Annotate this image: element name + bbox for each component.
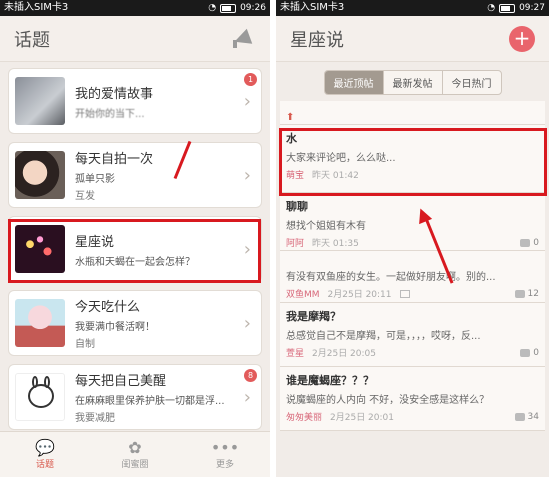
topic-item[interactable]: 我的爱情故事 开始你的当下... › 1 xyxy=(8,68,262,134)
topic-title: 每天自拍一次 xyxy=(75,152,154,167)
topic-item[interactable]: 每天自拍一次 孤单只影 互发 › xyxy=(8,142,262,208)
topic-thumbnail xyxy=(15,373,65,421)
post-author[interactable]: 双鱼MM xyxy=(286,287,320,300)
nav-more[interactable]: ••• 更多 xyxy=(195,438,255,471)
page-title: 星座说 xyxy=(290,29,344,51)
tab-newest[interactable]: 最新发帖 xyxy=(384,71,443,94)
comment-icon xyxy=(514,412,525,421)
megaphone-icon[interactable] xyxy=(230,28,256,50)
left-phone-screen: 未插入SIM卡3 ◔ 09:26 话题 我的爱情故事 开始你的当下... › 1… xyxy=(0,0,270,477)
add-post-button[interactable]: + xyxy=(509,25,535,52)
post-body: 大家来评论吧，么么哒... xyxy=(286,153,396,164)
topic-desc: 我要满巾餐活啊！ xyxy=(75,322,155,333)
pin-arrow-icon: ⬆ xyxy=(286,112,295,123)
right-phone-screen: 未插入SIM卡3 ◔ 09:27 星座说 + 最近顶帖 最新发帖 今日热门 ⬆ … xyxy=(276,0,549,477)
bottom-nav: 💬 话题 ✿ 闺蜜圈 ••• 更多 xyxy=(0,431,270,477)
nav-label: 闺蜜圈 xyxy=(121,460,149,470)
post-body: 总感觉自己不是摩羯，可是，，，，哎呀，反... xyxy=(286,331,481,342)
nav-friends-circle[interactable]: ✿ 闺蜜圈 xyxy=(105,438,165,471)
post-date: 昨天 01:35 xyxy=(312,239,359,249)
comment-icon xyxy=(520,238,531,247)
wifi-icon: ◔ xyxy=(487,3,496,13)
post-date: 2月25日 20:11 xyxy=(327,290,392,300)
clock-text: 09:26 xyxy=(240,3,266,13)
post-list: ⬆ 水 大家来评论吧，么么哒... 萌宝 昨天 01:42 聊聊 想找个姐姐有木… xyxy=(276,101,549,431)
nav-topics[interactable]: 💬 话题 xyxy=(15,438,75,471)
battery-icon xyxy=(499,3,516,13)
carrier-text: 未插入SIM卡3 xyxy=(4,2,69,13)
status-bar: 未插入SIM卡3 ◔ 09:27 xyxy=(276,0,549,16)
post-date: 2月25日 20:05 xyxy=(312,349,376,359)
topic-item-zodiac[interactable]: 星座说 水瓶和天蝎在一起会怎样？ › xyxy=(8,216,262,282)
post-date: 2月25日 20:01 xyxy=(330,413,394,423)
topic-list: 我的爱情故事 开始你的当下... › 1 每天自拍一次 孤单只影 互发 › 星座… xyxy=(0,62,270,430)
wifi-icon: ◔ xyxy=(208,3,217,13)
tab-hot-today[interactable]: 今日热门 xyxy=(443,71,501,94)
topic-desc: 水瓶和天蝎在一起会怎样？ xyxy=(75,256,195,268)
topic-thumbnail xyxy=(15,151,65,199)
chevron-right-icon: › xyxy=(243,90,251,112)
battery-icon xyxy=(220,3,237,13)
topic-thumbnail xyxy=(15,77,65,125)
topic-desc-secondary: 互发 xyxy=(75,191,95,202)
post-item[interactable]: ⬆ xyxy=(280,101,545,125)
topic-desc: 开始你的当下... xyxy=(75,108,145,120)
comment-count: 34 xyxy=(527,411,539,422)
more-dots-icon: ••• xyxy=(210,438,240,457)
topic-item[interactable]: 每天把自己美醒 在麻麻眼里保养护肤一切都是浮... 我要减肥 › 8 xyxy=(8,364,262,430)
post-item[interactable]: 有没有双鱼座的女生。一起做好朋友啊。别的... 双鱼MM 2月25日 20:11… xyxy=(280,251,545,303)
nav-label: 话题 xyxy=(35,460,54,470)
post-title: 我是摩羯？ xyxy=(286,310,341,323)
topic-desc-secondary: 我要减肥 xyxy=(75,413,115,424)
post-title: 聊聊 xyxy=(286,200,308,213)
carrier-text: 未插入SIM卡3 xyxy=(280,2,345,13)
post-item[interactable]: 水 大家来评论吧，么么哒... 萌宝 昨天 01:42 xyxy=(280,125,545,193)
post-body: 说魔蝎座的人内向 不好，没安全感是这样么？ xyxy=(286,395,490,406)
unread-badge: 8 xyxy=(244,369,257,382)
post-item[interactable]: 我是摩羯？ 总感觉自己不是摩羯，可是，，，，哎呀，反... 萱星 2月25日 2… xyxy=(280,303,545,367)
post-author[interactable]: 萌宝 xyxy=(286,168,304,181)
post-date: 昨天 01:42 xyxy=(312,171,359,181)
chevron-right-icon: › xyxy=(243,164,251,186)
chevron-right-icon: › xyxy=(243,386,251,408)
comment-icon xyxy=(514,289,525,298)
topic-thumbnail xyxy=(15,299,65,347)
tab-recent-top[interactable]: 最近顶帖 xyxy=(324,71,384,94)
status-bar: 未插入SIM卡3 ◔ 09:26 xyxy=(0,0,270,16)
topic-thumbnail xyxy=(15,225,65,273)
tab-bar: 最近顶帖 最新发帖 今日热门 xyxy=(276,62,549,101)
post-body: 有没有双鱼座的女生。一起做好朋友啊。别的... xyxy=(286,272,496,283)
post-title: 谁是魔蝎座？？？ xyxy=(286,374,374,387)
comment-count: 12 xyxy=(527,288,539,299)
topic-title: 今天吃什么 xyxy=(75,300,141,315)
chat-bubbles-icon: 💬 xyxy=(35,438,55,457)
post-item[interactable]: 聊聊 想找个姐姐有木有 阿阿 昨天 01:35 0 xyxy=(280,193,545,251)
topic-title: 每天把自己美醒 xyxy=(75,374,167,389)
post-body: 想找个姐姐有木有 xyxy=(286,221,366,232)
app-header: 星座说 + xyxy=(276,16,549,62)
topic-desc: 在麻麻眼里保养护肤一切都是浮... xyxy=(75,396,225,407)
image-icon xyxy=(399,289,410,298)
topic-item[interactable]: 今天吃什么 我要满巾餐活啊！ 自制 › xyxy=(8,290,262,356)
post-author[interactable]: 萱星 xyxy=(286,346,304,359)
clock-text: 09:27 xyxy=(519,3,545,13)
topic-title: 星座说 xyxy=(75,234,115,250)
topic-title: 我的爱情故事 xyxy=(75,86,154,102)
topic-desc-secondary: 自制 xyxy=(75,339,95,350)
post-author[interactable]: 匆匆美丽 xyxy=(286,410,322,423)
post-title: 水 xyxy=(286,132,297,145)
post-item[interactable]: 谁是魔蝎座？？？ 说魔蝎座的人内向 不好，没安全感是这样么？ 匆匆美丽 2月25… xyxy=(280,367,545,431)
nav-label: 更多 xyxy=(215,460,234,470)
chevron-right-icon: › xyxy=(243,238,251,260)
app-header: 话题 xyxy=(0,16,270,62)
comment-icon xyxy=(520,348,531,357)
post-author[interactable]: 阿阿 xyxy=(286,236,304,249)
topic-desc: 孤单只影 xyxy=(75,174,115,185)
comment-count: 0 xyxy=(533,237,539,248)
comment-count: 0 xyxy=(533,347,539,358)
unread-badge: 1 xyxy=(244,73,257,86)
flower-icon: ✿ xyxy=(128,438,142,457)
chevron-right-icon: › xyxy=(243,312,251,334)
page-title: 话题 xyxy=(14,29,50,51)
